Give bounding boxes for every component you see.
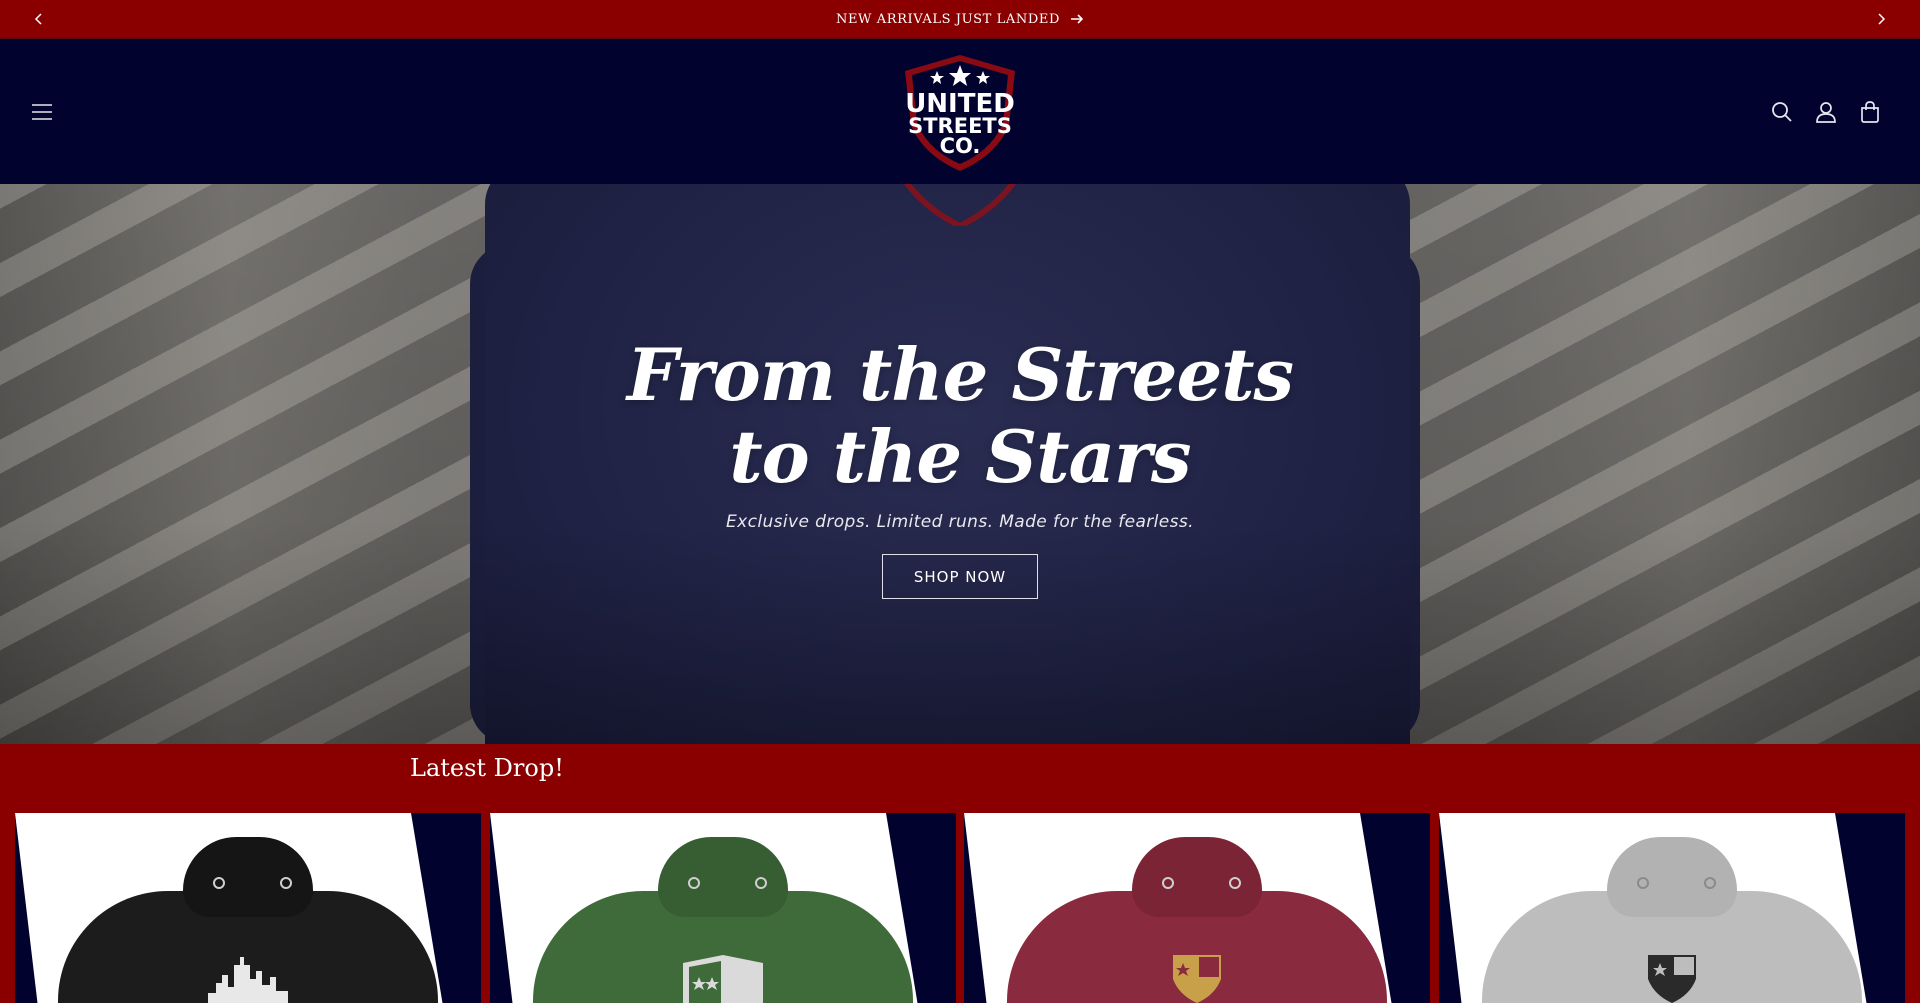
hoodie-eyelet [213,877,225,889]
arrow-right-icon [1071,14,1084,24]
announcement-text: NEW ARRIVALS JUST LANDED [835,11,1061,27]
logo-line-3: CO. [939,134,981,158]
gold-shield-graphic-icon [1173,955,1221,1003]
card-accent [490,813,513,1003]
user-icon [1816,102,1836,123]
product-card[interactable] [15,813,481,1003]
hoodie-eyelet [755,877,767,889]
product-card[interactable] [490,813,956,1003]
card-accent [964,813,987,1003]
product-hoodie-hood [658,837,788,917]
latest-drop-section: Latest Drop! [0,744,1920,1003]
chevron-right-icon [1878,13,1886,25]
product-hoodie-hood [1607,837,1737,917]
search-icon [1772,102,1792,122]
cart-icon [1861,101,1879,123]
hoodie-eyelet [1162,877,1174,889]
hero-content: From the Streets to the Stars Exclusive … [0,334,1920,599]
hoodie-eyelet [1637,877,1649,889]
hero-subtitle: Exclusive drops. Limited runs. Made for … [726,512,1194,532]
cart-button[interactable] [1852,94,1888,130]
site-logo[interactable]: UNITED STREETS CO. [897,53,1023,173]
hero-title: From the Streets to the Stars [626,332,1294,499]
product-card[interactable] [1439,813,1905,1003]
shop-now-button[interactable]: SHOP NOW [882,554,1038,599]
search-button[interactable] [1764,94,1800,130]
hoodie-eyelet [1704,877,1716,889]
card-accent [15,813,38,1003]
shield-stars-graphic-icon [683,955,763,1003]
product-card[interactable] [964,813,1430,1003]
site-header: UNITED STREETS CO. [0,39,1920,184]
hamburger-icon [32,104,52,120]
hoodie-eyelet [280,877,292,889]
city-skyline-graphic-icon [208,957,288,1003]
dark-shield-graphic-icon [1648,955,1696,1003]
announcement-link[interactable]: NEW ARRIVALS JUST LANDED [0,0,1920,38]
hoodie-eyelet [1229,877,1241,889]
product-hoodie-hood [183,837,313,917]
menu-button[interactable] [24,94,60,130]
account-button[interactable] [1808,94,1844,130]
announcement-bar: NEW ARRIVALS JUST LANDED [0,0,1920,39]
product-hoodie-hood [1132,837,1262,917]
latest-drop-title: Latest Drop! [410,754,564,782]
hoodie-eyelet [688,877,700,889]
card-accent [1439,813,1462,1003]
hero-banner: From the Streets to the Stars Exclusive … [0,184,1920,744]
announcement-next-button[interactable] [1871,9,1891,29]
